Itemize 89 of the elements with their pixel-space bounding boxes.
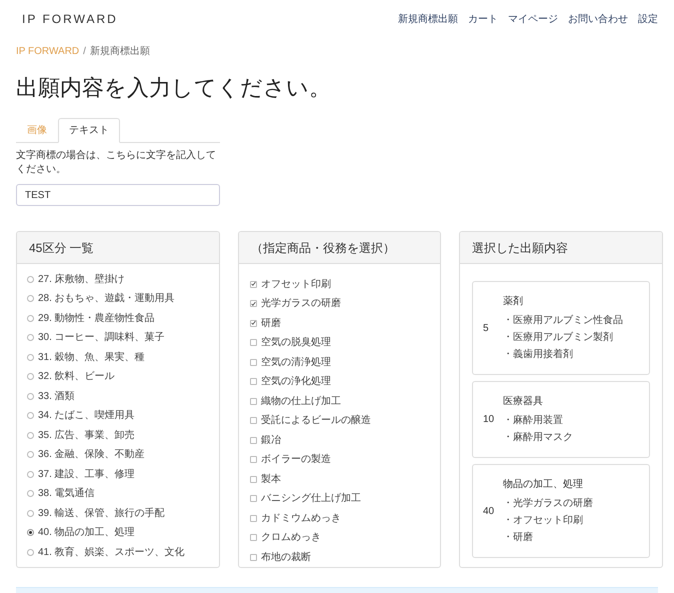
class-label: 40. 物品の加工、処理 bbox=[38, 526, 135, 540]
checkbox[interactable] bbox=[250, 495, 257, 502]
breadcrumb-separator: / bbox=[83, 45, 86, 59]
goods-item: ・義歯用接着剤 bbox=[503, 348, 574, 362]
radio-button[interactable] bbox=[27, 470, 34, 478]
checkbox[interactable] bbox=[250, 436, 257, 444]
help-text: 文字商標の場合は、こちらに文字を記入してください。 bbox=[16, 149, 217, 177]
goods-label: カドミウムめっき bbox=[261, 512, 341, 526]
goods-item: ・光学ガラスの研磨 bbox=[503, 496, 593, 511]
radio-button[interactable] bbox=[27, 548, 34, 556]
tab[interactable]: テキスト bbox=[58, 118, 120, 143]
radio-button[interactable] bbox=[27, 490, 34, 498]
checkbox[interactable] bbox=[250, 514, 257, 522]
radio-button[interactable] bbox=[27, 373, 34, 380]
checkbox[interactable] bbox=[250, 456, 257, 464]
goods-label: 空気の浄化処理 bbox=[261, 374, 331, 390]
class-label: 39. 輸送、保管、旅行の手配 bbox=[38, 506, 165, 521]
class-label: 32. 飲料、ビール bbox=[38, 370, 115, 384]
class-label: 34. たばこ、喫煙用具 bbox=[38, 408, 135, 424]
class-label: 37. 建設、工事、修理 bbox=[38, 468, 135, 482]
goods-label: 空気の清浄処理 bbox=[261, 356, 331, 370]
nav-link[interactable]: 新規商標出願 bbox=[398, 12, 458, 26]
goods-label: 鍛冶 bbox=[261, 434, 281, 448]
radio-button[interactable] bbox=[27, 432, 34, 439]
goods-label: 空気の脱臭処理 bbox=[261, 336, 331, 350]
class-label: 29. 動物性・農産物性食品 bbox=[38, 312, 155, 326]
goods-label: 研磨 bbox=[261, 316, 281, 331]
goods-label: ボイラーの製造 bbox=[261, 452, 331, 468]
panel-title: 選択した出願内容 bbox=[460, 232, 662, 264]
checkbox[interactable] bbox=[250, 417, 257, 424]
checkbox[interactable] bbox=[250, 358, 257, 366]
goods-label: 織物の仕上げ加工 bbox=[261, 394, 341, 409]
class-label: 35. 広告、事業、卸売 bbox=[38, 428, 135, 443]
class-label: 38. 電気通信 bbox=[38, 486, 95, 502]
goods-item: ・麻酔用装置 bbox=[503, 414, 564, 428]
nav-link[interactable]: 設定 bbox=[638, 12, 658, 26]
nav-link[interactable]: マイページ bbox=[508, 12, 558, 26]
goods-label: 布地の裁断 bbox=[261, 550, 311, 565]
checkbox[interactable] bbox=[250, 378, 257, 386]
checkbox[interactable] bbox=[250, 300, 257, 308]
panel-title: （指定商品・役務を選択） bbox=[239, 232, 440, 264]
goods-item: ・医療用アルブミン性食品 bbox=[503, 314, 623, 328]
goods-label: 受託によるビールの醸造 bbox=[261, 414, 371, 428]
class-label: 41. 教育、娯楽、スポーツ、文化 bbox=[38, 546, 185, 560]
goods-item: ・医療用アルブミン製剤 bbox=[503, 330, 614, 345]
panel-title: 45区分 一覧 bbox=[17, 232, 219, 264]
text-input-field[interactable]: TEST bbox=[16, 184, 220, 206]
radio-button[interactable] bbox=[27, 451, 34, 458]
breadcrumb-current: 新規商標出願 bbox=[90, 44, 150, 59]
checkbox[interactable] bbox=[250, 554, 257, 561]
goods-label: 製本 bbox=[261, 472, 281, 487]
goods-item: ・オフセット印刷 bbox=[503, 514, 584, 528]
radio-button[interactable] bbox=[27, 510, 34, 517]
class-label: 31. 穀物、魚、果実、種 bbox=[38, 350, 145, 365]
class-number: 5 bbox=[483, 322, 490, 336]
goods-label: クロムめっき bbox=[261, 531, 321, 546]
checkbox[interactable] bbox=[250, 534, 257, 542]
checkbox[interactable] bbox=[250, 339, 257, 346]
class-label: 36. 金融、保険、不動産 bbox=[38, 448, 145, 462]
checkbox[interactable] bbox=[250, 476, 257, 483]
goods-item: ・麻酔用マスク bbox=[503, 430, 573, 445]
nav-link[interactable]: カート bbox=[468, 12, 498, 26]
goods-label: オフセット印刷 bbox=[261, 278, 331, 292]
radio-button[interactable] bbox=[27, 314, 34, 322]
class-label: 28. おもちゃ、遊戯・運動用具 bbox=[38, 292, 175, 306]
goods-label: 光学ガラスの研磨 bbox=[261, 296, 341, 312]
checkbox[interactable] bbox=[250, 320, 257, 327]
checkbox[interactable] bbox=[250, 398, 257, 405]
class-number: 10 bbox=[483, 413, 496, 427]
radio-button[interactable] bbox=[27, 529, 34, 536]
radio-button[interactable] bbox=[27, 334, 34, 342]
goods-item: ・研磨 bbox=[503, 530, 534, 545]
checkbox[interactable] bbox=[250, 280, 257, 288]
category-name: 物品の加工、処理 bbox=[503, 478, 584, 492]
radio-button[interactable] bbox=[27, 412, 34, 420]
goods-label: バニシング仕上げ加工 bbox=[261, 492, 361, 506]
logo[interactable]: IP FORWARD bbox=[22, 10, 118, 28]
radio-button[interactable] bbox=[27, 276, 34, 283]
class-label: 33. 酒類 bbox=[38, 390, 75, 404]
category-name: 薬剤 bbox=[503, 294, 524, 309]
class-label: 30. コーヒー、調味料、菓子 bbox=[38, 330, 165, 346]
page-title: 出願内容を入力してください。 bbox=[15, 74, 332, 102]
radio-button[interactable] bbox=[27, 295, 34, 302]
class-label: 27. 床敷物、壁掛け bbox=[38, 272, 125, 287]
class-number: 40 bbox=[483, 504, 496, 518]
category-name: 医療器具 bbox=[503, 394, 544, 409]
radio-button[interactable] bbox=[27, 392, 34, 400]
radio-button[interactable] bbox=[27, 354, 34, 361]
nav-link[interactable]: お問い合わせ bbox=[568, 12, 628, 26]
